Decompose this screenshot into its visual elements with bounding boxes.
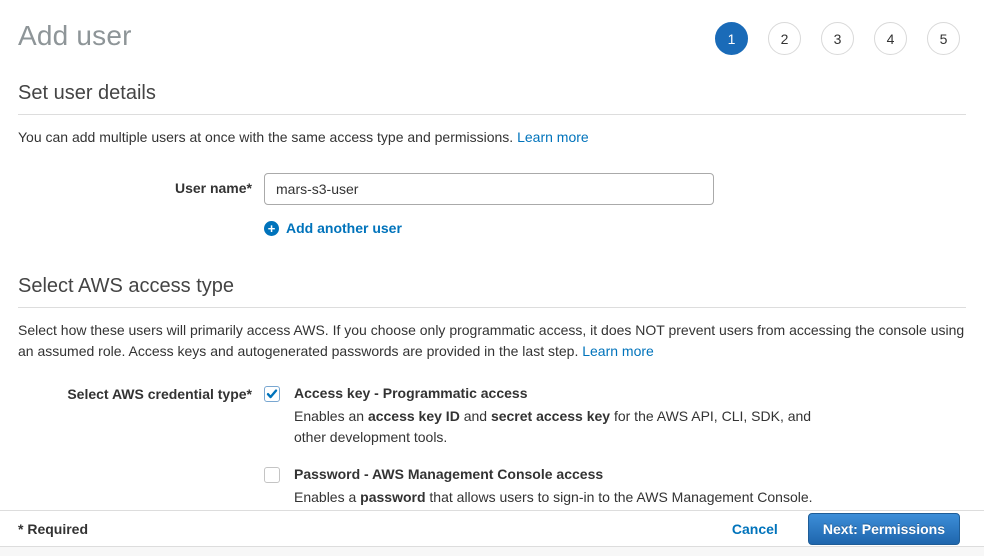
step-1-indicator: 1 [715,22,748,55]
step-5-indicator: 5 [927,22,960,55]
password-option-title: Password - AWS Management Console access [294,466,813,482]
desc-text: that allows users to sign-in to the AWS … [426,489,813,505]
bottom-strip [0,546,984,556]
desc-bold-text: secret access key [491,408,610,424]
access-key-option-text: Access key - Programmatic access Enables… [294,385,826,448]
set-user-details-heading: Set user details [18,82,966,115]
step-2-indicator: 2 [768,22,801,55]
credential-type-label: Select AWS credential type* [18,385,252,402]
desc-text: Enables a [294,489,360,505]
credential-type-form-row: Select AWS credential type* Access key -… [18,385,966,508]
add-another-user-button[interactable]: + Add another user [264,220,966,236]
password-option-desc: Enables a password that allows users to … [294,487,813,508]
username-input[interactable] [264,173,714,205]
step-4-indicator: 4 [874,22,907,55]
checkmark-icon [266,388,278,400]
access-key-option-title: Access key - Programmatic access [294,385,826,401]
plus-circle-icon: + [264,221,279,236]
password-checkbox[interactable] [264,467,280,483]
required-note: * Required [18,521,88,537]
username-label: User name* [18,173,252,196]
cancel-button[interactable]: Cancel [732,521,778,537]
desc-bold-text: access key ID [368,408,460,424]
step-3-indicator: 3 [821,22,854,55]
access-key-option-desc: Enables an access key ID and secret acce… [294,406,826,448]
user-details-intro-text: You can add multiple users at once with … [18,129,517,145]
footer-actions: Cancel Next: Permissions [732,513,960,545]
desc-text: and [460,408,491,424]
next-permissions-button[interactable]: Next: Permissions [808,513,960,545]
password-option-text: Password - AWS Management Console access… [294,466,813,508]
select-access-type-heading: Select AWS access type [18,275,966,308]
access-type-intro: Select how these users will primarily ac… [18,320,966,362]
wizard-step-indicator: 1 2 3 4 5 [715,22,960,55]
access-type-intro-text: Select how these users will primarily ac… [18,322,964,359]
username-form-row: User name* [18,173,966,205]
learn-more-link-access-type[interactable]: Learn more [582,343,654,359]
user-details-intro: You can add multiple users at once with … [18,127,966,148]
access-key-option: Access key - Programmatic access Enables… [264,385,826,448]
wizard-footer: * Required Cancel Next: Permissions [0,510,984,546]
password-option: Password - AWS Management Console access… [264,466,826,508]
wizard-header: Add user 1 2 3 4 5 [0,0,984,55]
add-user-wizard-page: Add user 1 2 3 4 5 Set user details You … [0,0,984,556]
access-key-checkbox[interactable] [264,386,280,402]
add-another-user-label: Add another user [286,220,402,236]
desc-bold-text: password [360,489,425,505]
desc-text: Enables an [294,408,368,424]
select-access-type-section: Select AWS access type Select how these … [18,275,966,508]
learn-more-link-user-details[interactable]: Learn more [517,129,589,145]
page-title: Add user [18,20,132,52]
set-user-details-section: Set user details You can add multiple us… [18,82,966,236]
